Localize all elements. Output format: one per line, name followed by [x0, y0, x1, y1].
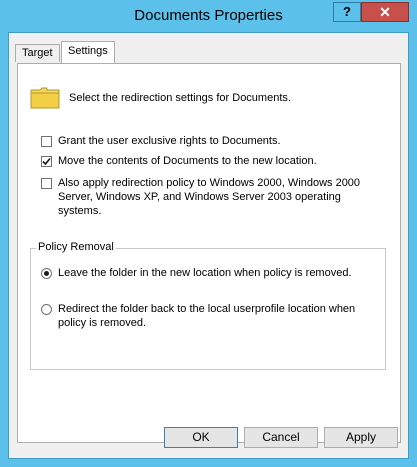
- tab-target[interactable]: Target: [15, 44, 60, 62]
- close-button[interactable]: ✕: [361, 2, 409, 22]
- legacy-os-label-line-1: Also apply redirection policy to Windows…: [58, 177, 361, 189]
- policy-removal-legend: Policy Removal: [36, 241, 116, 253]
- ok-button[interactable]: OK: [164, 427, 238, 448]
- cancel-button[interactable]: Cancel: [244, 427, 318, 448]
- folder-icon: [30, 87, 60, 109]
- redirect-back-label-line-2: policy is removed.: [58, 317, 147, 329]
- leave-folder-label: Leave the folder in the new location whe…: [58, 267, 352, 279]
- intro-text: Select the redirection settings for Docu…: [69, 92, 291, 104]
- checkmark-icon: [42, 157, 51, 166]
- help-button[interactable]: ?: [333, 2, 361, 22]
- legacy-os-label-line-3: systems.: [58, 205, 102, 217]
- redirect-back-label-line-1: Redirect the folder back to the local us…: [58, 303, 356, 315]
- exclusive-rights-label: Grant the user exclusive rights to Docum…: [58, 135, 281, 147]
- redirect-back-radio[interactable]: [41, 304, 52, 315]
- tab-settings[interactable]: Settings: [61, 41, 115, 63]
- radio-selected-dot: [44, 271, 49, 276]
- exclusive-rights-checkbox[interactable]: [41, 136, 52, 147]
- legacy-os-checkbox[interactable]: [41, 178, 52, 189]
- move-contents-label: Move the contents of Documents to the ne…: [58, 155, 317, 167]
- settings-panel: Select the redirection settings for Docu…: [17, 63, 401, 443]
- title-bar[interactable]: Documents Properties ? ✕: [0, 0, 417, 32]
- legacy-os-label-line-2: Server, Windows XP, and Windows Server 2…: [58, 191, 341, 203]
- apply-button[interactable]: Apply: [324, 427, 398, 448]
- properties-dialog: Documents Properties ? ✕ Target Settings…: [0, 0, 417, 467]
- leave-folder-radio[interactable]: [41, 268, 52, 279]
- dialog-client-area: Target Settings Select the redirection s…: [8, 32, 409, 459]
- move-contents-checkbox[interactable]: [41, 156, 52, 167]
